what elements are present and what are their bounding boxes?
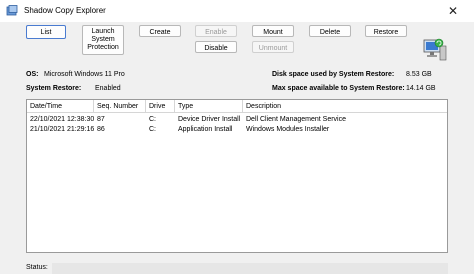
restore-button-label: Restore	[373, 29, 399, 36]
mount-button-label: Mount	[263, 29, 283, 36]
launch-system-protection-button[interactable]: Launch System Protection	[82, 25, 124, 55]
os-label: OS:	[26, 71, 39, 78]
unmount-button[interactable]: Unmount	[252, 41, 294, 53]
os-value: Microsoft Windows 11 Pro	[44, 71, 125, 78]
cell-seq-number: 87	[97, 116, 105, 123]
enable-button[interactable]: Enable	[195, 25, 237, 37]
unmount-button-label: Unmount	[258, 45, 288, 52]
restore-button[interactable]: Restore	[365, 25, 407, 37]
launch-label-line3: Protection	[87, 44, 119, 51]
create-button[interactable]: Create	[139, 25, 181, 37]
status-field	[52, 263, 448, 274]
launch-label-line1: Launch	[91, 28, 115, 35]
disk-used-value: 8.53 GB	[406, 71, 432, 78]
cell-type: Application Install	[178, 126, 233, 133]
app-icon	[6, 5, 18, 17]
cell-drive: C:	[149, 116, 156, 123]
list-button-label: List	[40, 29, 52, 36]
cell-type: Device Driver Install	[178, 116, 241, 123]
mount-button[interactable]: Mount	[252, 25, 294, 37]
status-label: Status:	[26, 264, 48, 271]
close-icon[interactable]: ✕	[444, 2, 462, 20]
create-button-label: Create	[149, 29, 171, 36]
disable-button-label: Disable	[204, 45, 228, 52]
delete-button-label: Delete	[319, 29, 341, 36]
system-restore-label: System Restore:	[26, 85, 82, 92]
max-space-label: Max space available to System Restore:	[272, 85, 405, 92]
max-space-value: 14.14 GB	[406, 85, 436, 92]
column-header-drive[interactable]: Drive	[146, 100, 175, 113]
column-header-description[interactable]: Description	[243, 100, 447, 113]
cell-seq-number: 86	[97, 126, 105, 133]
disk-used-label: Disk space used by System Restore:	[272, 71, 395, 78]
list-button[interactable]: List	[26, 25, 66, 39]
launch-label-line2: System	[91, 36, 115, 43]
column-header-datetime[interactable]: Date/Time	[27, 100, 94, 113]
cell-datetime: 22/10/2021 12:38:30	[30, 116, 95, 123]
system-restore-value: Enabled	[95, 85, 121, 92]
cell-description: Windows Modules Installer	[246, 126, 330, 133]
cell-description: Dell Client Management Service	[246, 116, 346, 123]
cell-drive: C:	[149, 126, 156, 133]
cell-datetime: 21/10/2021 21:29:16	[30, 126, 95, 133]
enable-button-label: Enable	[205, 29, 227, 36]
column-header-seq-number[interactable]: Seq. Number	[94, 100, 146, 113]
table-row[interactable]: 21/10/2021 21:29:16 86 C: Application In…	[27, 126, 447, 136]
table-row[interactable]: 22/10/2021 12:38:30 87 C: Device Driver …	[27, 116, 447, 126]
restore-points-table[interactable]: Date/Time Seq. Number Drive Type Descrip…	[26, 99, 448, 253]
window-title: Shadow Copy Explorer	[24, 6, 106, 15]
column-header-type[interactable]: Type	[175, 100, 243, 113]
delete-button[interactable]: Delete	[309, 25, 351, 37]
computer-restore-icon	[422, 36, 448, 64]
disable-button[interactable]: Disable	[195, 41, 237, 53]
